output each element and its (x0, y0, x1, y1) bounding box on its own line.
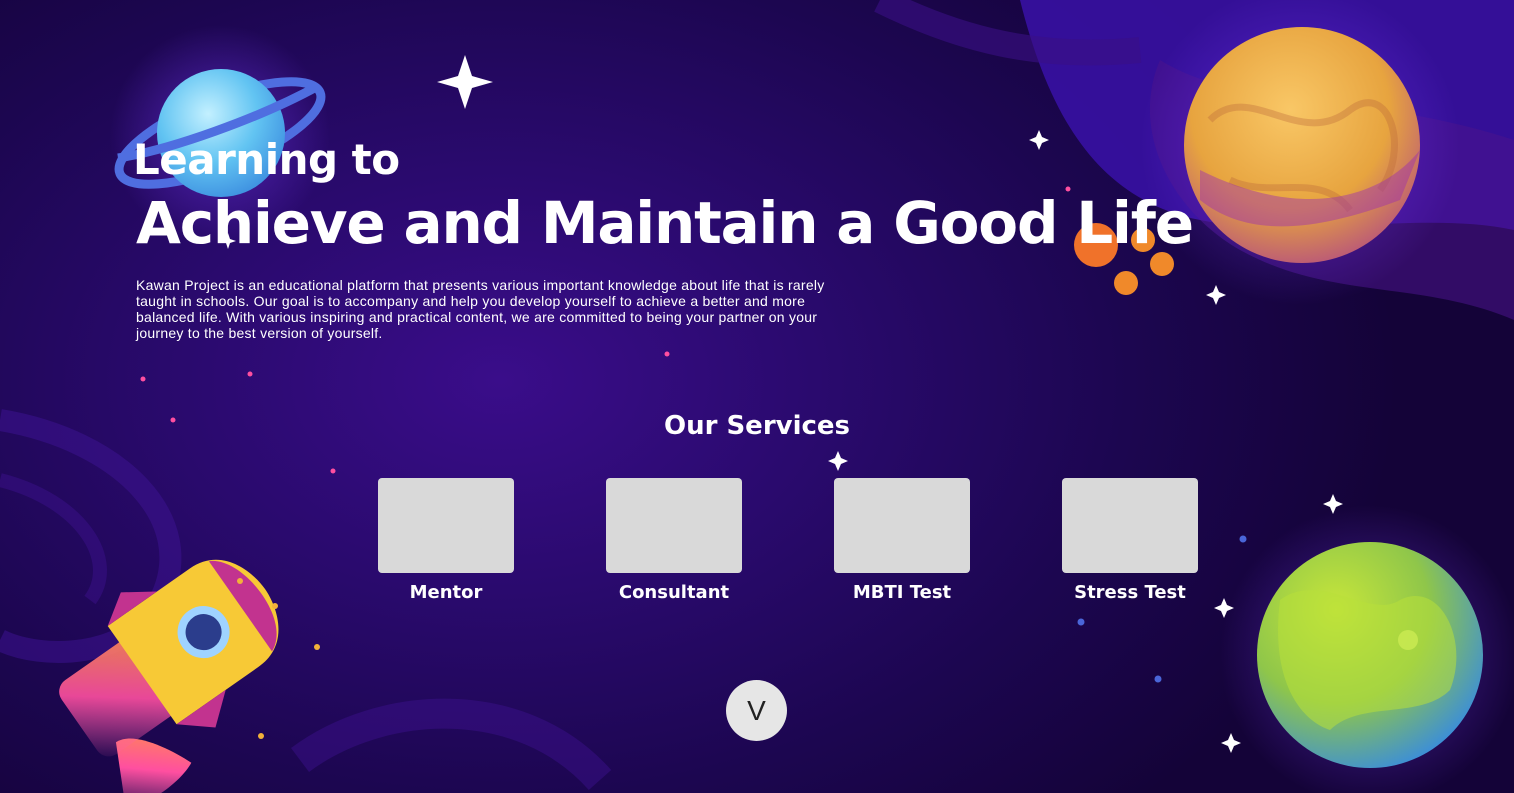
service-card-mentor[interactable]: Mentor (378, 478, 514, 608)
service-thumbnail[interactable] (378, 478, 514, 573)
scroll-down-button[interactable]: V (726, 680, 787, 741)
service-label[interactable]: Stress Test (1032, 582, 1228, 603)
service-thumbnail[interactable] (1062, 478, 1198, 573)
hero-description: Kawan Project is an educational platform… (136, 277, 825, 341)
service-card-consultant[interactable]: Consultant (606, 478, 742, 608)
green-planet-icon (1257, 542, 1483, 768)
orange-planet-icon (1184, 27, 1420, 263)
service-card-mbti-test[interactable]: MBTI Test (834, 478, 970, 608)
service-thumbnail[interactable] (834, 478, 970, 573)
services-title: Our Services (663, 411, 851, 441)
service-label[interactable]: Mentor (348, 582, 544, 603)
hero-title: Achieve and Maintain a Good Life (136, 189, 1194, 257)
service-card-stress-test[interactable]: Stress Test (1062, 478, 1198, 608)
service-thumbnail[interactable] (606, 478, 742, 573)
hero-subtitle: Learning to (133, 135, 400, 184)
service-label[interactable]: MBTI Test (804, 582, 1000, 603)
service-label[interactable]: Consultant (576, 582, 772, 603)
space-background (0, 0, 1514, 793)
